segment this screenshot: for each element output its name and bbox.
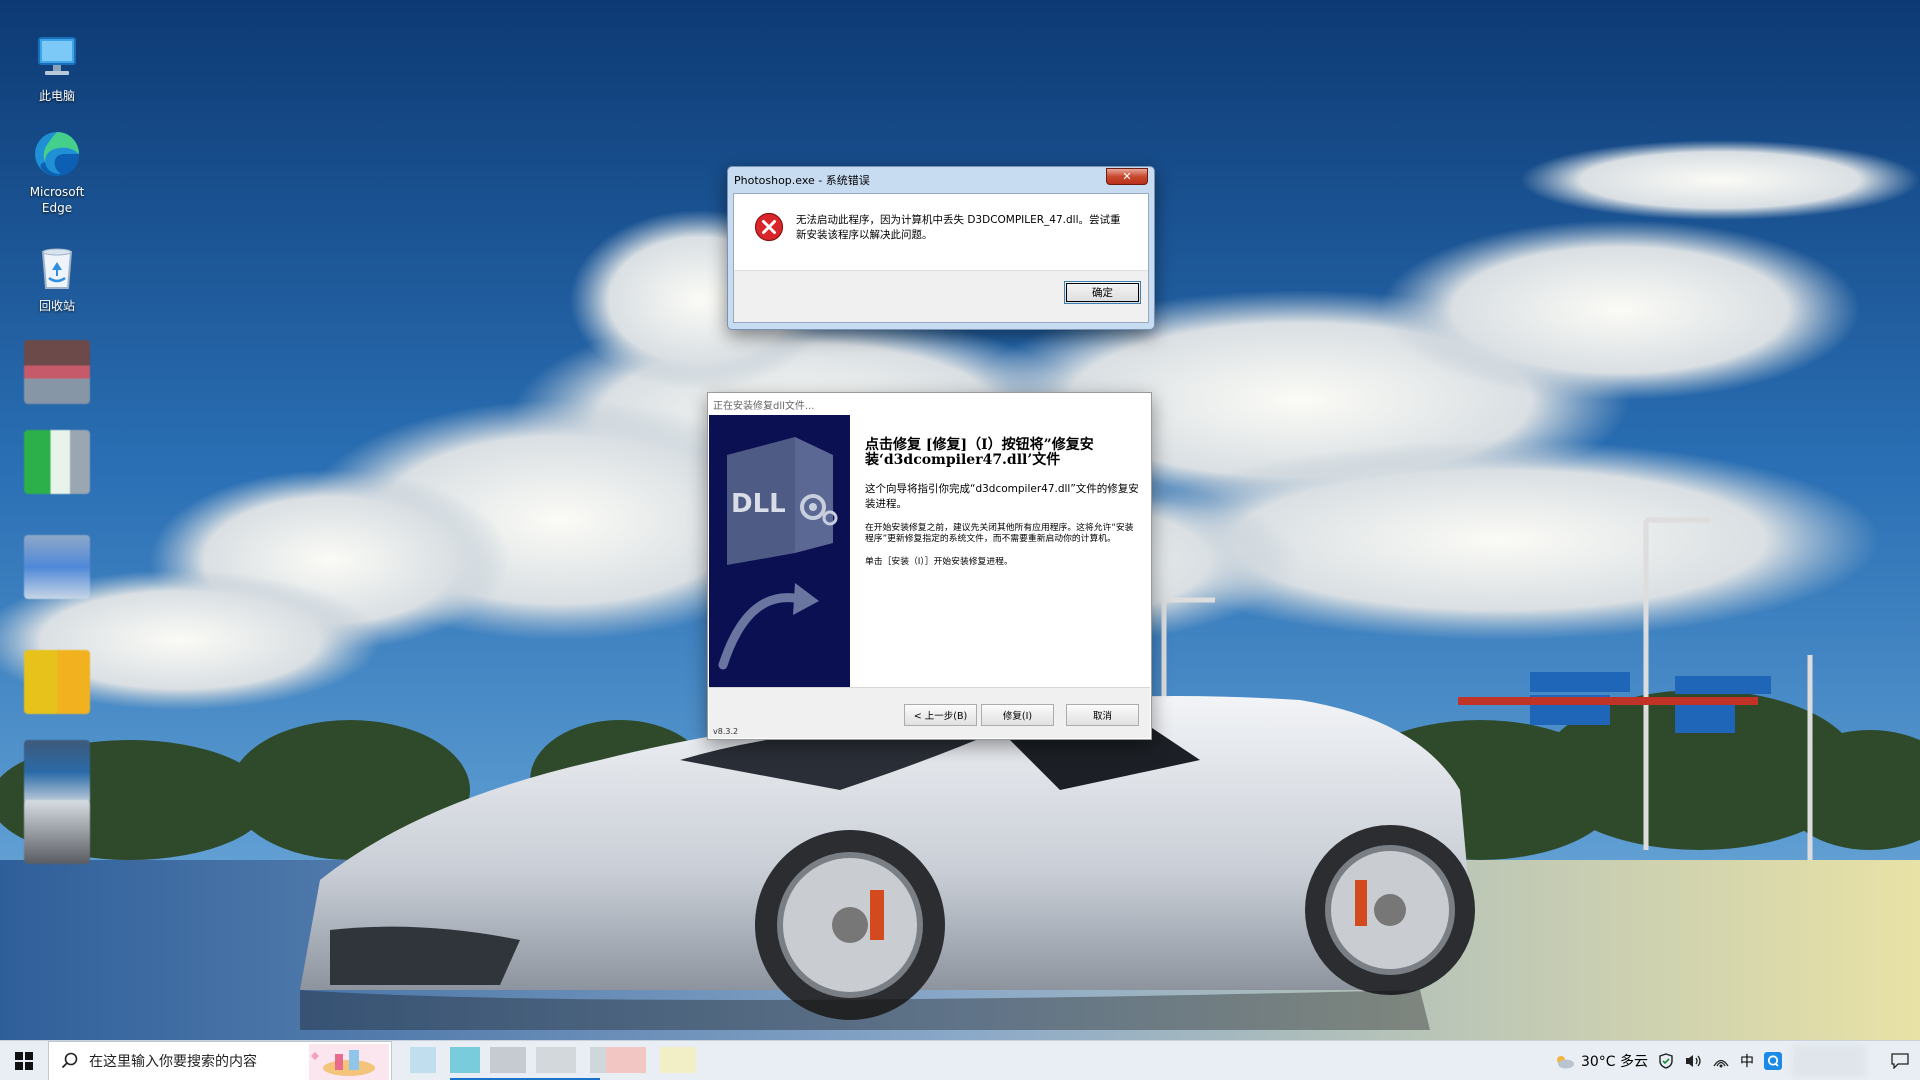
taskbar-app-button[interactable] bbox=[660, 1047, 696, 1073]
installer-dialog: 正在安装修复dll文件... DLL 点击修复 [修复]（I）按钮将”修复安装‘… bbox=[707, 392, 1152, 740]
app-q-icon bbox=[1764, 1052, 1782, 1070]
installer-body: 点击修复 [修复]（I）按钮将”修复安装‘d3dcompiler47.dll’文… bbox=[865, 438, 1140, 568]
desktop-icon-recycle-bin[interactable]: 回收站 bbox=[17, 242, 97, 314]
blurred-desktop-icon[interactable] bbox=[24, 430, 90, 494]
weather-widget[interactable]: 30°C 多云 bbox=[1553, 1051, 1648, 1071]
search-highlight-icon bbox=[309, 1043, 389, 1080]
close-button[interactable]: ✕ bbox=[1106, 168, 1148, 185]
blurred-desktop-icon[interactable] bbox=[24, 340, 90, 404]
ime-tray[interactable]: 中 bbox=[1740, 1051, 1754, 1071]
security-icon bbox=[1659, 1053, 1673, 1069]
clock[interactable] bbox=[1792, 1045, 1866, 1077]
installer-paragraph: 这个向导将指引你完成“d3dcompiler47.dll”文件的修复安装进程。 bbox=[865, 483, 1139, 510]
error-message: 无法启动此程序，因为计算机中丢失 D3DCOMPILER_47.dll。尝试重新… bbox=[796, 214, 1121, 241]
taskbar: 在这里输入你要搜索的内容 30°C 多云 中 bbox=[0, 1040, 1920, 1080]
network-tray[interactable] bbox=[1712, 1053, 1730, 1069]
weather-icon bbox=[1556, 1056, 1574, 1069]
network-icon bbox=[1713, 1059, 1729, 1068]
repair-button[interactable]: 修复(I) bbox=[981, 704, 1054, 726]
desktop-icon-label: 此电脑 bbox=[38, 89, 75, 103]
installer-side-panel: DLL bbox=[709, 415, 850, 687]
desktop-icon-label: Microsoft Edge bbox=[29, 185, 85, 215]
installer-footer: < 上一步(B) 修复(I) 取消 v8.3.2 bbox=[709, 687, 1150, 738]
installer-heading: 点击修复 [修复]（I）按钮将”修复安装‘d3dcompiler47.dll’文… bbox=[865, 437, 1094, 468]
installer-title: 正在安装修复dll文件... bbox=[713, 400, 815, 412]
taskbar-app-button[interactable] bbox=[490, 1047, 526, 1073]
edge-icon bbox=[35, 132, 79, 176]
desktop-icon-label: 回收站 bbox=[38, 299, 75, 313]
installer-paragraph: 单击［安装（I）］开始安装修复进程。 bbox=[865, 557, 1013, 567]
search-icon bbox=[61, 1052, 78, 1068]
taskbar-pinned-apps bbox=[400, 1041, 750, 1080]
back-button[interactable]: < 上一步(B) bbox=[904, 704, 977, 726]
error-dialog-button-area: 确定 bbox=[734, 270, 1148, 322]
installer-paragraph: 在开始安装修复之前，建议先关闭其他所有应用程序。这将允许“安装程序”更新修复指定… bbox=[865, 523, 1134, 544]
taskbar-search-box[interactable]: 在这里输入你要搜索的内容 bbox=[48, 1040, 392, 1080]
search-placeholder: 在这里输入你要搜索的内容 bbox=[89, 1053, 257, 1070]
blurred-desktop-icon[interactable] bbox=[24, 800, 90, 864]
error-dialog-client: 无法启动此程序，因为计算机中丢失 D3DCOMPILER_47.dll。尝试重新… bbox=[733, 193, 1149, 323]
app-tray[interactable] bbox=[1764, 1052, 1782, 1070]
recycle-bin-icon bbox=[41, 248, 73, 289]
notification-center-button[interactable] bbox=[1880, 1053, 1920, 1069]
installer-titlebar[interactable]: 正在安装修复dll文件... bbox=[708, 393, 1151, 415]
dll-label: DLL bbox=[731, 489, 786, 519]
security-tray[interactable] bbox=[1658, 1053, 1674, 1069]
computer-icon bbox=[38, 37, 76, 75]
blurred-desktop-icon[interactable] bbox=[24, 535, 90, 599]
error-icon bbox=[754, 212, 784, 242]
start-button[interactable] bbox=[0, 1041, 48, 1080]
windows-logo-icon bbox=[15, 1051, 33, 1070]
version-label: v8.3.2 bbox=[713, 727, 739, 736]
ok-button[interactable]: 确定 bbox=[1064, 281, 1141, 304]
desktop-icon-edge[interactable]: Microsoft Edge bbox=[17, 128, 97, 216]
error-dialog: Photoshop.exe - 系统错误 ✕ 无法启动此程序，因为计算机中丢失 … bbox=[727, 166, 1155, 330]
taskbar-app-button[interactable] bbox=[450, 1047, 480, 1073]
ime-icon: 中 bbox=[1740, 1054, 1754, 1070]
dll-graphic-icon: DLL bbox=[718, 437, 838, 670]
taskbar-app-button[interactable] bbox=[536, 1047, 576, 1073]
blurred-desktop-icon[interactable] bbox=[24, 650, 90, 714]
taskbar-app-button[interactable] bbox=[606, 1047, 646, 1073]
weather-text: 30°C 多云 bbox=[1580, 1054, 1648, 1070]
system-tray: 30°C 多云 中 bbox=[1553, 1041, 1920, 1080]
error-dialog-titlebar[interactable]: Photoshop.exe - 系统错误 bbox=[728, 167, 1154, 192]
error-dialog-title: Photoshop.exe - 系统错误 bbox=[734, 173, 870, 187]
volume-tray[interactable] bbox=[1684, 1053, 1702, 1069]
taskbar-app-button[interactable] bbox=[410, 1047, 436, 1073]
desktop-icon-this-pc[interactable]: 此电脑 bbox=[17, 32, 97, 104]
blurred-desktop-icon[interactable] bbox=[24, 740, 90, 804]
notification-icon bbox=[1891, 1053, 1909, 1069]
cancel-button[interactable]: 取消 bbox=[1066, 704, 1139, 726]
volume-icon bbox=[1686, 1055, 1701, 1067]
